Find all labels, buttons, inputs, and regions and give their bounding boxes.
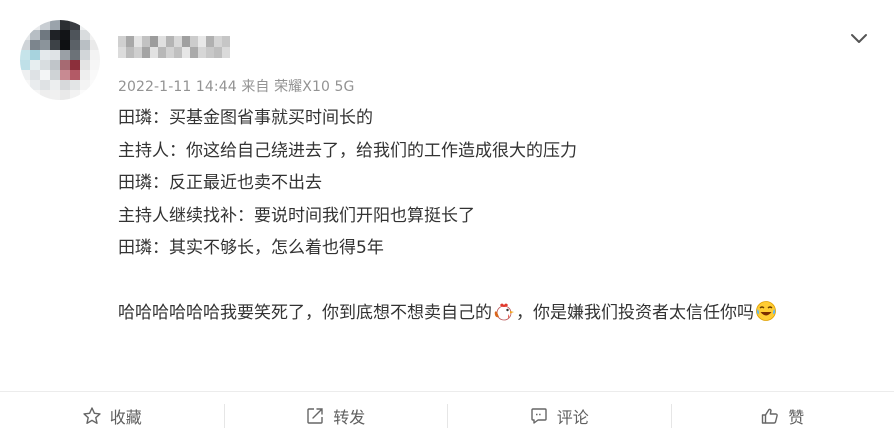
favorite-label: 收藏 [109,408,142,427]
post-line: 主持人继续找补：要说时间我们开阳也算挺长了 [118,205,475,226]
post-meta: 2022-1-11 14:44 来自 荣耀X10 5G [118,76,354,96]
post-line: 田璘：反正最近也卖不出去 [118,173,322,193]
comment-button[interactable]: 评论 [447,392,671,440]
like-button[interactable]: 赞 [670,392,894,440]
post-timestamp[interactable]: 2022-1-11 14:44 [118,79,237,95]
chevron-down-icon[interactable] [848,27,870,49]
comment-text-1: 哈哈哈哈哈哈我要笑死了，你到底想不想卖自己的 [118,302,492,323]
laugh-cry-emoji-icon [756,300,776,321]
thumbs-up-icon [762,408,779,424]
username-blurred[interactable] [118,36,230,58]
like-label: 赞 [788,408,805,427]
action-bar: 收藏 转发 评论 赞 [0,392,894,440]
post-content: 田璘：买基金图省事就买时间长的 主持人：你这给自己绕进去了，给我们的工作造成很大… [118,102,868,329]
post-comment: 哈哈哈哈哈哈我要笑死了，你到底想不想卖自己的 ，你是嫌我们投资者太信任你吗 [118,297,868,330]
weibo-post-card: 2022-1-11 14:44 来自 荣耀X10 5G 田璘：买基金图省事就买时… [0,0,894,440]
rooster-emoji-icon [494,303,514,320]
repost-button[interactable]: 转发 [223,392,448,440]
comment-label: 评论 [556,408,589,427]
post-line: 主持人：你这给自己绕进去了，给我们的工作造成很大的压力 [118,140,577,161]
comment-text-2: ，你是嫌我们投资者太信任你吗 [516,302,754,323]
post-line: 田璘：买基金图省事就买时间长的 [118,108,373,128]
star-icon [83,407,101,424]
avatar[interactable] [20,20,100,100]
post-line: 田璘：其实不够长，怎么着也得5年 [118,238,384,258]
comment-icon [531,408,547,424]
repost-label: 转发 [333,408,366,427]
favorite-button[interactable]: 收藏 [0,392,224,440]
repost-icon [307,408,323,424]
post-source: 来自 荣耀X10 5G [241,79,355,95]
